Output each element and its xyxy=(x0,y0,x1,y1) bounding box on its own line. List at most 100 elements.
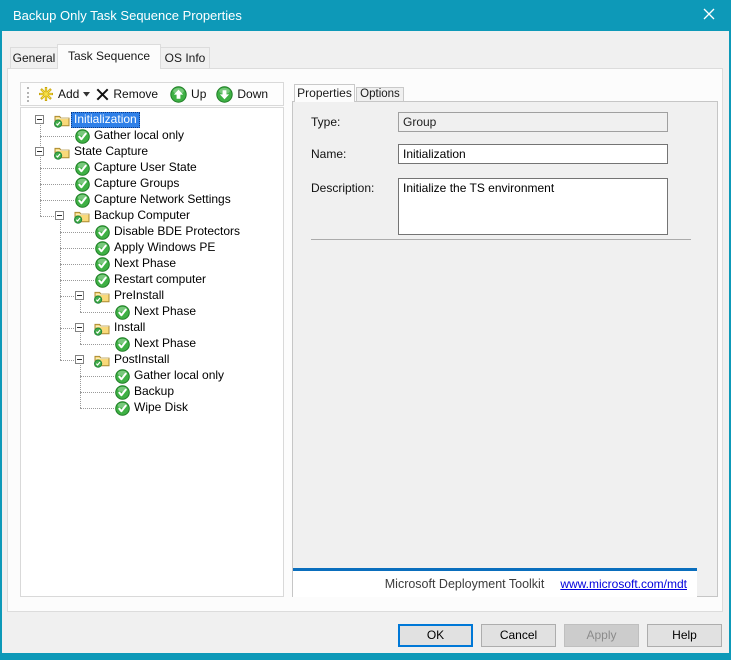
tree-item-label[interactable]: Wipe Disk xyxy=(131,400,191,416)
tree-connector-stub xyxy=(60,248,94,249)
group-folder-icon xyxy=(54,144,70,160)
tree-connector-stub xyxy=(80,392,114,393)
tree-connector-line xyxy=(80,365,81,408)
close-button[interactable] xyxy=(686,0,731,31)
type-field xyxy=(398,112,668,132)
tree-task-row[interactable]: Capture User State xyxy=(21,160,283,176)
tree-item-label[interactable]: Initialization xyxy=(71,112,140,128)
help-button[interactable]: Help xyxy=(647,624,722,647)
tree-toolbar: Add Remove Up xyxy=(20,82,284,106)
tree-connector-stub xyxy=(40,200,74,201)
apply-button[interactable]: Apply xyxy=(564,624,639,647)
tree-item-label[interactable]: Apply Windows PE xyxy=(111,240,218,256)
task-check-icon xyxy=(74,128,90,144)
collapse-minus-icon[interactable] xyxy=(75,291,84,300)
remove-x-icon xyxy=(96,88,109,101)
tab-task-sequence[interactable]: Task Sequence xyxy=(57,44,161,69)
tree-item-label[interactable]: Capture Groups xyxy=(91,176,182,192)
up-button[interactable]: Up xyxy=(167,86,209,103)
tab-os-info[interactable]: OS Info xyxy=(160,47,210,69)
tree-task-row[interactable]: Capture Groups xyxy=(21,176,283,192)
remove-button-label: Remove xyxy=(113,87,158,101)
add-dropdown-caret-icon xyxy=(83,92,90,97)
tree-connector-stub xyxy=(40,216,56,217)
tree-connector-stub xyxy=(80,376,114,377)
tab-properties[interactable]: Properties xyxy=(294,84,355,102)
tree-item-label[interactable]: Next Phase xyxy=(131,336,199,352)
name-field[interactable] xyxy=(398,144,668,164)
tree-connector-stub xyxy=(40,168,74,169)
group-folder-icon xyxy=(94,288,110,304)
down-button[interactable]: Down xyxy=(213,86,271,103)
tree-group-row[interactable]: State Capture xyxy=(21,144,283,160)
tree-item-label[interactable]: PostInstall xyxy=(111,352,172,368)
tree-task-row[interactable]: Gather local only xyxy=(21,128,283,144)
mdt-footer-text: Microsoft Deployment Toolkit xyxy=(385,577,545,591)
tree-task-row[interactable]: Wipe Disk xyxy=(21,400,283,416)
window-title: Backup Only Task Sequence Properties xyxy=(13,0,242,31)
add-button-label: Add xyxy=(58,87,79,101)
title-bar[interactable]: Backup Only Task Sequence Properties xyxy=(0,0,731,31)
tree-task-row[interactable]: Gather local only xyxy=(21,368,283,384)
down-arrow-icon xyxy=(216,86,233,103)
group-folder-icon xyxy=(54,112,70,128)
group-folder-icon xyxy=(94,352,110,368)
collapse-minus-icon[interactable] xyxy=(75,323,84,332)
tree-connector-stub xyxy=(60,280,94,281)
task-check-icon xyxy=(74,176,90,192)
tree-item-label[interactable]: Next Phase xyxy=(111,256,179,272)
tree-task-row[interactable]: Backup xyxy=(21,384,283,400)
tree-connector-line xyxy=(60,221,61,360)
tree-item-label[interactable]: Gather local only xyxy=(91,128,187,144)
tree-connector-stub xyxy=(40,184,74,185)
task-check-icon xyxy=(114,368,130,384)
tree-item-label[interactable]: Backup Computer xyxy=(91,208,193,224)
description-field[interactable]: Initialize the TS environment xyxy=(398,178,668,235)
task-check-icon xyxy=(74,160,90,176)
collapse-minus-icon[interactable] xyxy=(55,211,64,220)
collapse-minus-icon[interactable] xyxy=(35,115,44,124)
tree-item-label[interactable]: Next Phase xyxy=(131,304,199,320)
tree-item-label[interactable]: PreInstall xyxy=(111,288,167,304)
task-sequence-tree[interactable]: InitializationGather local onlyState Cap… xyxy=(20,107,284,597)
close-icon xyxy=(703,8,715,23)
task-check-icon xyxy=(94,272,110,288)
collapse-minus-icon[interactable] xyxy=(75,355,84,364)
task-check-icon xyxy=(114,400,130,416)
collapse-minus-icon[interactable] xyxy=(35,147,44,156)
remove-button[interactable]: Remove xyxy=(93,87,161,101)
tree-item-label[interactable]: Capture Network Settings xyxy=(91,192,234,208)
task-check-icon xyxy=(114,336,130,352)
tab-general[interactable]: General xyxy=(10,47,58,69)
tree-task-row[interactable]: Capture Network Settings xyxy=(21,192,283,208)
group-folder-icon xyxy=(74,208,90,224)
add-button[interactable]: Add xyxy=(35,86,93,102)
down-button-label: Down xyxy=(237,87,268,101)
cancel-button[interactable]: Cancel xyxy=(481,624,556,647)
task-check-icon xyxy=(74,192,90,208)
tree-connector-line xyxy=(80,333,81,344)
group-folder-icon xyxy=(94,320,110,336)
mdt-link[interactable]: www.microsoft.com/mdt xyxy=(560,577,687,591)
tree-item-label[interactable]: Restart computer xyxy=(111,272,209,288)
tree-connector-stub xyxy=(60,360,76,361)
tree-connector-stub xyxy=(60,296,76,297)
toolbar-grip-handle[interactable] xyxy=(27,87,29,102)
tree-item-label[interactable]: Backup xyxy=(131,384,177,400)
tab-options[interactable]: Options xyxy=(356,87,404,102)
up-button-label: Up xyxy=(191,87,206,101)
tree-item-label[interactable]: Disable BDE Protectors xyxy=(111,224,243,240)
tree-item-label[interactable]: Gather local only xyxy=(131,368,227,384)
tree-group-row[interactable]: Initialization xyxy=(21,112,283,128)
task-check-icon xyxy=(114,304,130,320)
up-arrow-icon xyxy=(170,86,187,103)
task-check-icon xyxy=(94,240,110,256)
tree-item-label[interactable]: Capture User State xyxy=(91,160,200,176)
tree-item-label[interactable]: Install xyxy=(111,320,148,336)
tree-item-label[interactable]: State Capture xyxy=(71,144,151,160)
dialog-window: Backup Only Task Sequence Properties Gen… xyxy=(0,0,731,660)
tree-connector-stub xyxy=(60,232,94,233)
tree-connector-line xyxy=(80,301,81,312)
ok-button[interactable]: OK xyxy=(398,624,473,647)
type-label: Type: xyxy=(311,115,340,129)
